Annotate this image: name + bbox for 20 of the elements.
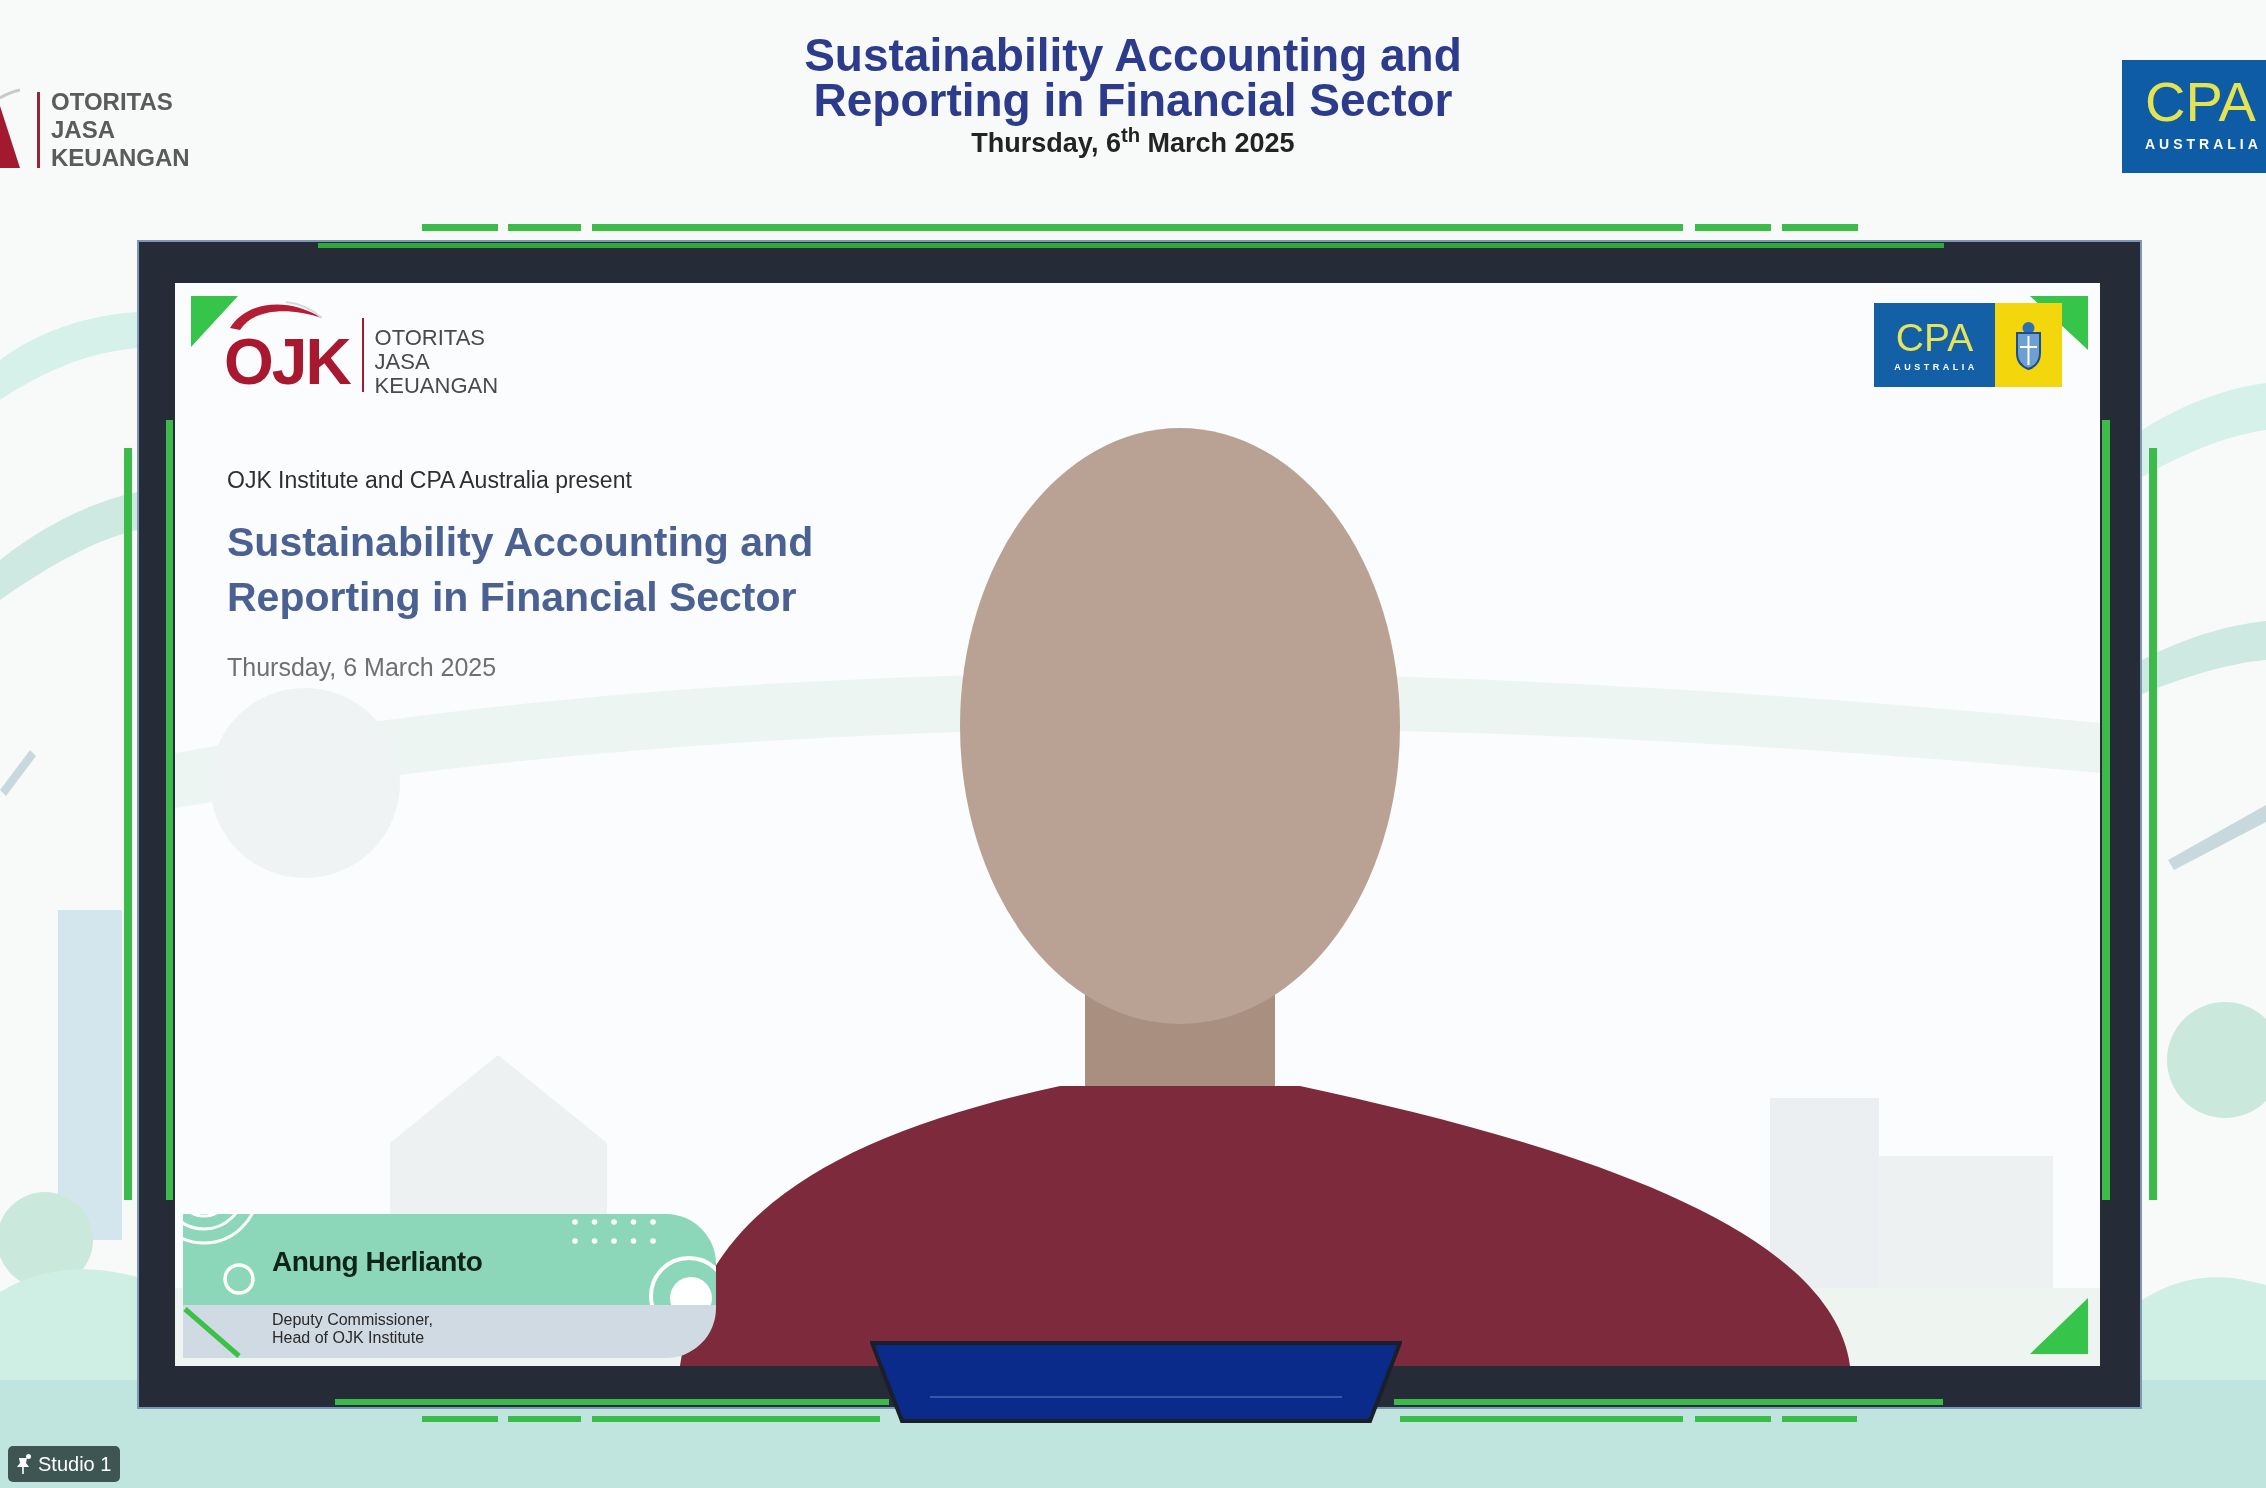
logo-wordmark: OJK [224,330,352,394]
logo-text: OTORITAS JASA KEUANGAN [374,326,499,398]
corner-triangle-icon [2030,1298,2088,1354]
speaker-name: Anung Herlianto [272,1245,483,1279]
slide-date: Thursday, 6 March 2025 [227,652,497,682]
logo-wordmark: CPA [1895,318,1974,358]
logo-text: OTORITAS JASA KEUANGAN [51,88,190,172]
intro-text: OJK Institute and CPA Australia present [227,466,632,494]
studio-name: Studio 1 [38,1452,112,1476]
speaker-role: Deputy Commissioner, Head of OJK Institute [272,1311,433,1347]
diagonal-line-icon [183,1307,241,1358]
pin-icon [17,1454,31,1474]
logo-subtitle: AUSTRALIA [1893,362,1978,372]
logo-subtitle: AUSTRALIA [2145,136,2262,152]
diagonal-bar-shape [0,750,36,796]
shield-icon [1995,303,2062,387]
event-date: Thursday, 6$^{th}$ March 2025 [971,127,1295,159]
logo-wordmark: CPA [2145,76,2256,128]
logo-mark-icon [0,88,20,168]
slide-title: Sustainability Accounting and Reporting in Financial Sector [227,518,814,622]
